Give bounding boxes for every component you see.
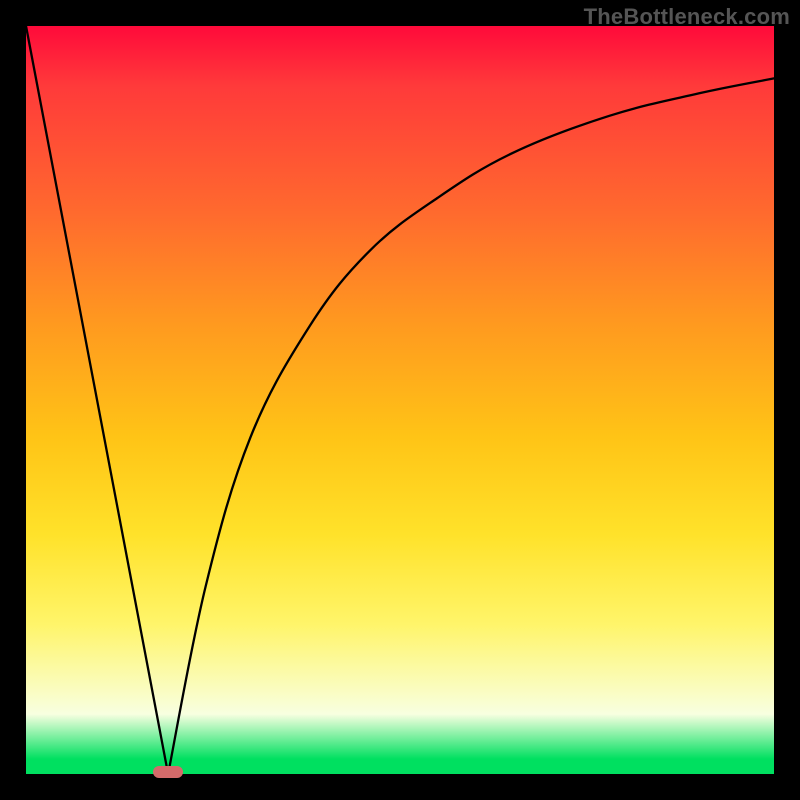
plot-area-border <box>26 26 774 774</box>
watermark-text: TheBottleneck.com <box>584 4 790 30</box>
chart-curve-svg <box>26 26 774 774</box>
curve-right <box>168 78 774 774</box>
chart-frame: TheBottleneck.com <box>0 0 800 800</box>
curve-left-slope <box>26 26 168 774</box>
optimum-marker <box>153 766 183 778</box>
